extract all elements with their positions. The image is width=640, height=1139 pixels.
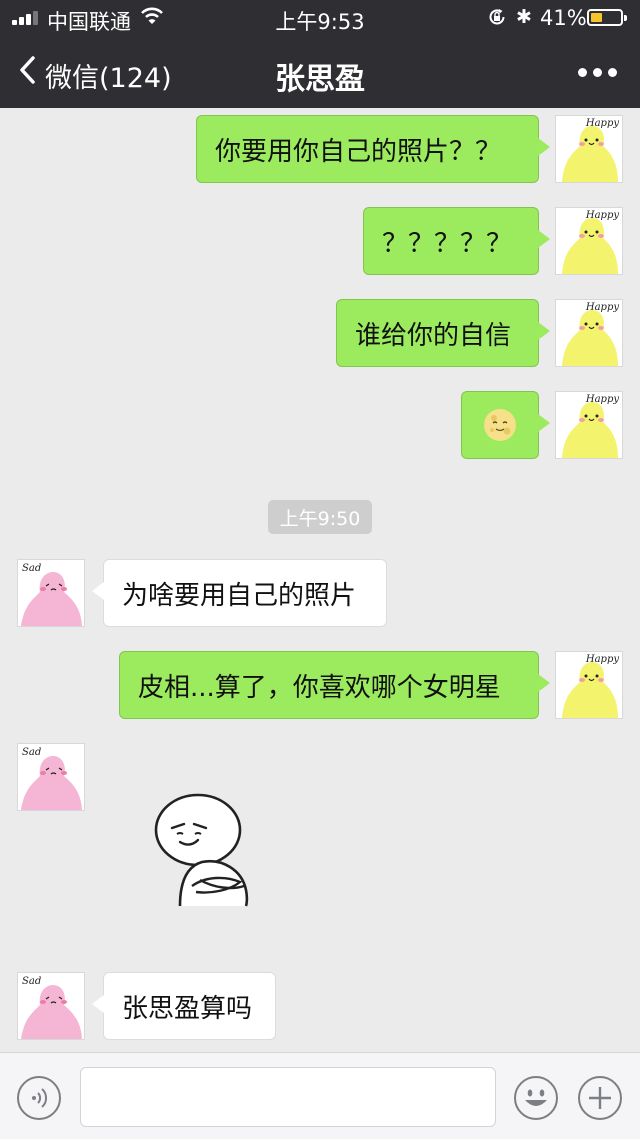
- message-input[interactable]: [80, 1067, 496, 1127]
- message-text: 为啥要用自己的照片: [122, 580, 357, 611]
- battery-icon: [587, 9, 627, 26]
- arms-crossed-smirk-sticker[interactable]: [150, 790, 262, 908]
- avatar-self[interactable]: Happy: [555, 115, 623, 183]
- message-bubble-outgoing[interactable]: 谁给你的自信: [336, 299, 550, 367]
- avatar-contact[interactable]: Sad: [17, 972, 85, 1040]
- orientation-lock-icon: [489, 9, 505, 25]
- chat-input-bar: [0, 1052, 640, 1139]
- top-bar: 中国联通 上午9:53 ✱ 41% 微信(124) 张思盈: [0, 0, 640, 108]
- avatar-tag: Sad: [22, 747, 42, 758]
- emoji-icon[interactable]: [514, 1076, 558, 1120]
- chat-title: 张思盈: [275, 62, 365, 97]
- message-text: 谁给你的自信: [355, 320, 512, 351]
- message-text: 你要用你自己的照片？？: [215, 136, 502, 167]
- avatar-contact[interactable]: Sad: [17, 559, 85, 627]
- avatar-tag: Happy: [585, 302, 619, 313]
- message-bubble-outgoing[interactable]: [461, 391, 550, 459]
- plus-icon[interactable]: [578, 1076, 622, 1120]
- avatar-tag: Happy: [585, 394, 619, 405]
- avatar-self[interactable]: Happy: [555, 391, 623, 459]
- moon-face-emoji: [484, 409, 516, 441]
- message-bubble-outgoing[interactable]: 你要用你自己的照片？？: [196, 115, 550, 183]
- battery-percent: 41%: [540, 6, 587, 30]
- chat-timestamp: 上午9:50: [268, 500, 372, 534]
- message-text: ？？？？？: [382, 228, 513, 259]
- message-bubble-outgoing[interactable]: ？？？？？: [363, 207, 550, 275]
- more-dots-icon[interactable]: [572, 60, 622, 86]
- avatar-tag: Sad: [22, 976, 42, 987]
- message-text: 皮相...算了，你喜欢哪个女明星: [138, 672, 501, 703]
- message-bubble-incoming[interactable]: 张思盈算吗: [92, 972, 276, 1040]
- avatar-self[interactable]: Happy: [555, 207, 623, 275]
- message-text: 张思盈算吗: [122, 993, 253, 1024]
- avatar-tag: Happy: [585, 118, 619, 129]
- avatar-tag: Sad: [22, 563, 42, 574]
- voice-icon[interactable]: [17, 1076, 61, 1120]
- message-bubble-incoming[interactable]: 为啥要用自己的照片: [92, 559, 387, 627]
- avatar-contact[interactable]: Sad: [17, 743, 85, 811]
- message-bubble-outgoing[interactable]: 皮相...算了，你喜欢哪个女明星: [119, 651, 550, 719]
- bluetooth-icon: ✱: [516, 6, 532, 28]
- avatar-self[interactable]: Happy: [555, 299, 623, 367]
- avatar-tag: Happy: [585, 210, 619, 221]
- avatar-tag: Happy: [585, 654, 619, 665]
- status-bar: 中国联通 上午9:53 ✱ 41%: [0, 0, 640, 36]
- avatar-self[interactable]: Happy: [555, 651, 623, 719]
